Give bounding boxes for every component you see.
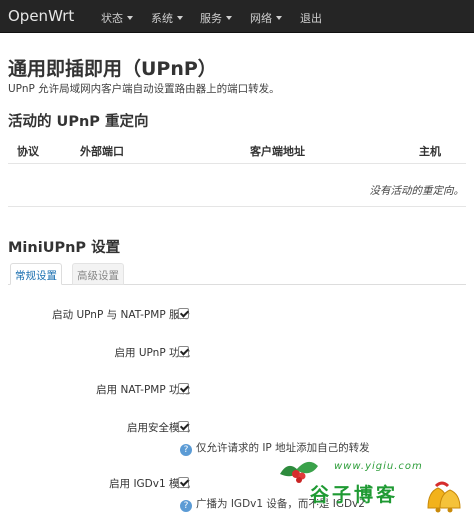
settings-heading: MiniUPnP 设置 bbox=[8, 240, 121, 256]
option-label-enable-service: 启动 UPnP 与 NAT-PMP 服务 bbox=[52, 309, 190, 321]
watermark-name: 谷子博客 bbox=[310, 484, 399, 506]
column-host: 主机 bbox=[419, 145, 441, 158]
column-client-address: 客户端地址 bbox=[250, 145, 305, 158]
nav-item-system[interactable]: 系统 bbox=[151, 10, 183, 26]
tab-advanced[interactable]: 高级设置 bbox=[72, 263, 124, 285]
nav-item-services[interactable]: 服务 bbox=[200, 10, 232, 26]
caret-down-icon bbox=[127, 16, 133, 20]
enable-service-checkbox[interactable] bbox=[178, 308, 189, 319]
redirects-table-header: 协议 外部端口 客户端地址 主机 bbox=[8, 138, 466, 164]
enable-natpmp-checkbox[interactable] bbox=[178, 383, 189, 394]
enable-upnp-checkbox[interactable] bbox=[178, 346, 189, 357]
divider bbox=[8, 206, 466, 207]
secure-mode-checkbox[interactable] bbox=[178, 421, 189, 432]
column-external-port: 外部端口 bbox=[80, 145, 124, 158]
tab-general[interactable]: 常规设置 bbox=[10, 263, 62, 285]
settings-tabs: 常规设置 高级设置 bbox=[8, 263, 466, 285]
page-description: UPnP 允许局域网内客户端自动设置路由器上的端口转发。 bbox=[8, 83, 280, 95]
redirects-heading: 活动的 UPnP 重定向 bbox=[8, 114, 149, 130]
bell-icon bbox=[427, 481, 461, 513]
watermark-url: www.yigiu.com bbox=[334, 461, 423, 472]
question-icon: ? bbox=[180, 500, 192, 512]
igdv1-mode-checkbox[interactable] bbox=[178, 477, 189, 488]
nav-item-status[interactable]: 状态 bbox=[101, 10, 133, 26]
option-label-enable-natpmp: 启用 NAT-PMP 功能 bbox=[96, 384, 190, 396]
caret-down-icon bbox=[226, 16, 232, 20]
column-protocol: 协议 bbox=[17, 145, 39, 158]
navbar: OpenWrt 状态 系统 服务 网络 退出 bbox=[0, 0, 474, 33]
caret-down-icon bbox=[276, 16, 282, 20]
nav-item-network[interactable]: 网络 bbox=[250, 10, 282, 26]
brand-logo[interactable]: OpenWrt bbox=[8, 7, 74, 25]
question-icon: ? bbox=[180, 444, 192, 456]
page-title: 通用即插即用（UPnP） bbox=[8, 58, 217, 80]
caret-down-icon bbox=[177, 16, 183, 20]
redirects-empty-text: 没有活动的重定向。 bbox=[369, 185, 465, 197]
nav-item-logout[interactable]: 退出 bbox=[300, 10, 322, 26]
